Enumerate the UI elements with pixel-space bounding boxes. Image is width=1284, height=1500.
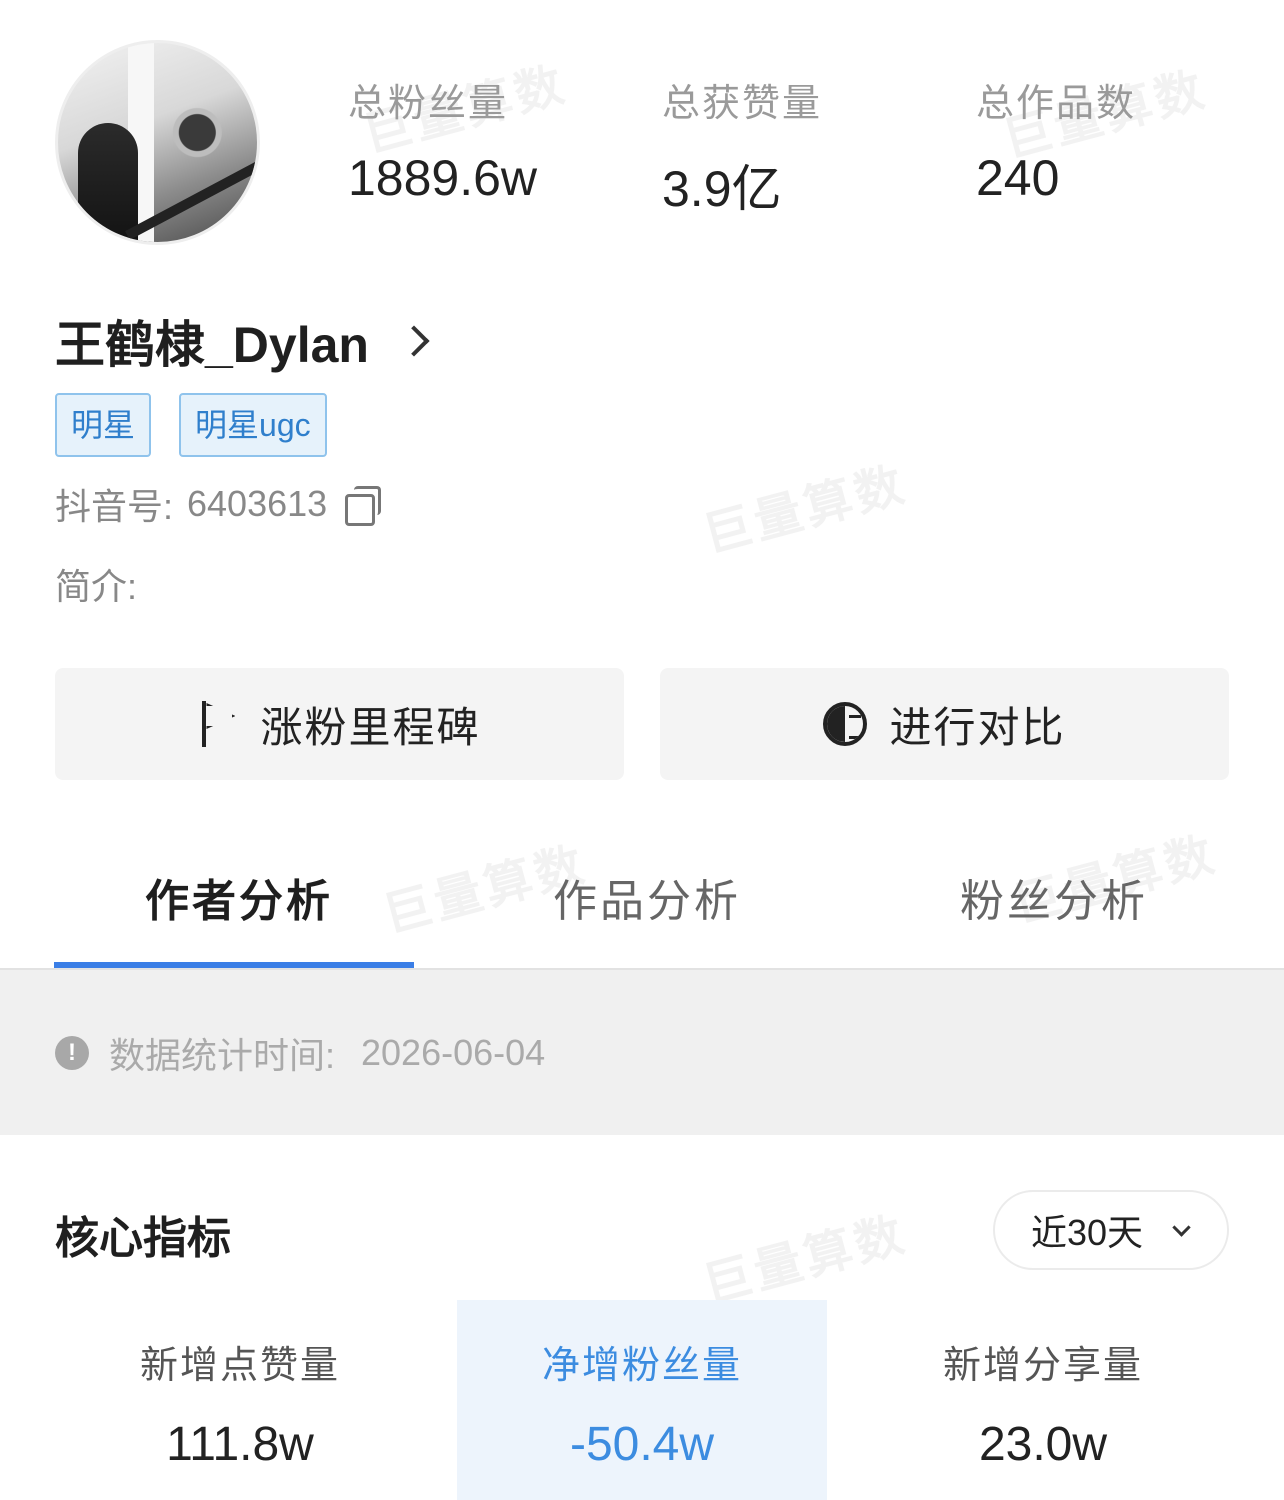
metric-new-shares[interactable]: 新增分享量 23.0w: [858, 1300, 1228, 1500]
metric-value: -50.4w: [569, 1418, 715, 1471]
tab-fans-analysis[interactable]: 粉丝分析: [960, 865, 1148, 929]
metric-label: 新增分享量: [942, 1345, 1143, 1387]
compare-icon: [823, 702, 868, 746]
metric-value: 111.8w: [166, 1418, 314, 1471]
info-icon: !: [55, 1035, 89, 1070]
range-dropdown[interactable]: 近30天: [993, 1190, 1229, 1270]
avatar-person: [78, 123, 138, 242]
core-metrics-title: 核心指标: [55, 1214, 231, 1263]
douyin-id-row: 抖音号: 6403613: [55, 478, 382, 530]
copy-icon[interactable]: [345, 486, 382, 526]
stat-total-works: 总作品数 240: [976, 72, 1136, 207]
compare-label: 进行对比: [889, 703, 1066, 751]
chevron-down-icon: [1172, 1217, 1191, 1237]
tag-item: 明星: [55, 393, 152, 457]
stat-total-followers: 总粉丝量 1889.6w: [348, 72, 537, 207]
stat-value: 3.9亿: [662, 161, 782, 217]
chevron-right-icon: [398, 325, 430, 357]
tag-list: 明星 明星ugc: [55, 393, 327, 457]
metric-label: 净增粉丝量: [541, 1345, 742, 1387]
watermark: 巨量算数: [698, 1207, 913, 1313]
douyin-id-label: 抖音号:: [55, 486, 174, 527]
profile-name-link[interactable]: 王鹤棣_Dylan: [55, 305, 430, 377]
active-tab-indicator: [54, 962, 414, 968]
flag-icon: [198, 701, 238, 747]
douyin-id-value: 6403613: [187, 483, 328, 524]
notice-text: 数据统计时间:: [109, 1034, 336, 1076]
metric-label: 新增点赞量: [139, 1345, 340, 1387]
compare-button[interactable]: 进行对比: [660, 668, 1229, 780]
tag-item: 明星ugc: [179, 393, 327, 457]
stat-value: 240: [976, 150, 1060, 206]
stat-value: 1889.6w: [348, 150, 538, 206]
stat-total-likes: 总获赞量 3.9亿: [662, 72, 822, 221]
watermark: 巨量算数: [698, 457, 913, 563]
avatar[interactable]: [55, 40, 260, 245]
data-time-notice: ! 数据统计时间: 2026-06-04: [0, 970, 1284, 1135]
profile-name: 王鹤棣_Dylan: [55, 317, 369, 373]
milestone-label: 涨粉里程碑: [260, 703, 481, 751]
notice-date: 2026-06-04: [361, 1031, 546, 1073]
metric-value: 23.0w: [978, 1418, 1108, 1471]
bio-label: 简介:: [55, 566, 138, 607]
tab-works-analysis[interactable]: 作品分析: [553, 865, 741, 929]
tab-author-analysis[interactable]: 作者分析: [145, 865, 333, 929]
metric-net-followers[interactable]: 净增粉丝量 -50.4w: [457, 1300, 827, 1500]
metric-new-likes[interactable]: 新增点赞量 111.8w: [55, 1300, 425, 1500]
range-value: 近30天: [1031, 1212, 1144, 1253]
milestone-button[interactable]: 涨粉里程碑: [55, 668, 624, 780]
stat-label: 总获赞量: [662, 83, 823, 125]
stat-label: 总粉丝量: [348, 83, 509, 125]
stat-label: 总作品数: [976, 83, 1137, 125]
analysis-tabs: 作者分析 作品分析 粉丝分析: [0, 830, 1284, 970]
